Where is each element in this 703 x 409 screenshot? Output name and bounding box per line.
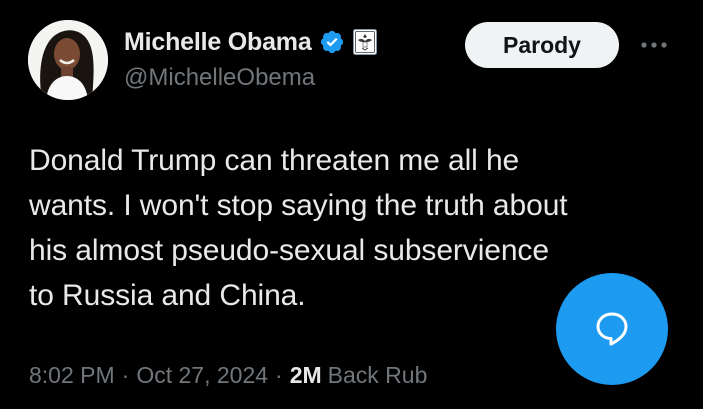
parody-button[interactable]: Parody (465, 22, 619, 68)
views-count: 2M (289, 362, 322, 388)
author-display-name[interactable]: Michelle Obama (124, 28, 312, 57)
views-label: Back Rub (327, 362, 428, 388)
author-name-row: Michelle Obama (124, 25, 377, 59)
avatar[interactable] (28, 20, 108, 100)
reply-button[interactable] (556, 273, 668, 385)
tweet-card: Michelle Obama @MichelleObema Parody Don… (0, 0, 703, 409)
more-options-button[interactable] (636, 30, 672, 60)
tweet-date[interactable]: Oct 27, 2024 (136, 362, 268, 389)
tweet-meta: 8:02 PM · Oct 27, 2024 · 2M Back Rub (29, 362, 427, 389)
verified-badge-icon[interactable] (319, 29, 345, 55)
government-seal-icon[interactable] (352, 29, 377, 55)
author-handle[interactable]: @MichelleObema (124, 64, 315, 92)
meta-separator: · (275, 362, 283, 388)
tweet-time[interactable]: 8:02 PM (29, 362, 115, 389)
more-horizontal-icon (641, 42, 667, 48)
reply-bubble-icon (596, 312, 628, 346)
meta-separator: · (121, 362, 130, 388)
